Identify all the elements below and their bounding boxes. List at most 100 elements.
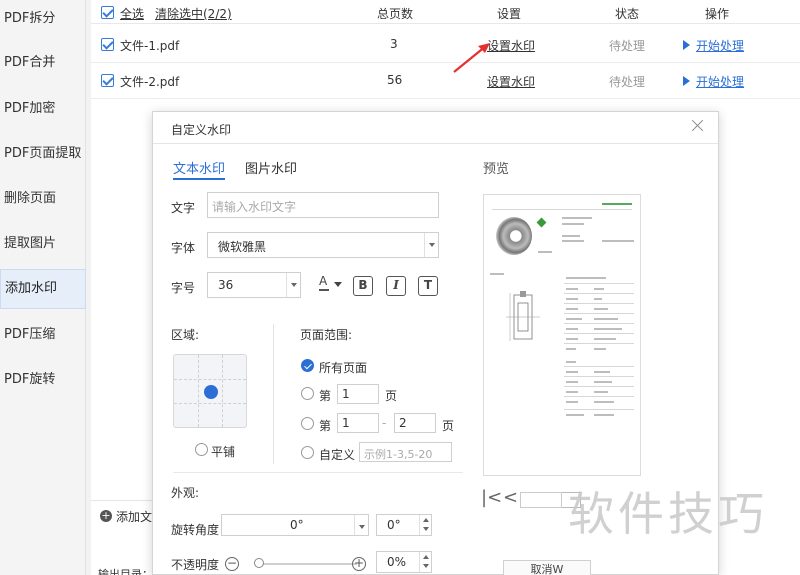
row-checkbox[interactable]	[101, 74, 114, 87]
size-label: 字号	[171, 281, 196, 295]
preview-text	[562, 235, 580, 237]
opacity-spinner[interactable]: 0%	[376, 551, 432, 573]
page-range-label: 页面范围:	[300, 328, 353, 342]
plus-button[interactable]: +	[352, 557, 366, 571]
all-pages-label: 所有页面	[319, 361, 368, 375]
sidebar: PDF拆分 PDF合并 PDF加密 PDF页面提取 删除页面 提取图片 添加水印…	[0, 0, 86, 575]
preview-text	[594, 391, 608, 393]
table-row: 文件-1.pdf 3 设置水印 待处理 开始处理	[91, 27, 800, 63]
sidebar-item-pdf-compress[interactable]: PDF压缩	[0, 316, 86, 354]
stepper-arrows-icon[interactable]	[419, 515, 431, 535]
watermark-text-input[interactable]: 请输入水印文字	[207, 192, 439, 218]
preview-text	[594, 298, 602, 300]
select-all-link[interactable]: 全选	[120, 5, 144, 22]
divider	[91, 500, 153, 501]
sidebar-item-label: PDF加密	[4, 101, 56, 116]
list-header: 全选 清除选中(2/2) 总页数 设置 状态 操作	[91, 0, 800, 24]
font-color-picker[interactable]: A	[317, 274, 343, 294]
stepper-arrows-icon[interactable]	[419, 552, 431, 572]
grid-line	[198, 355, 199, 427]
opacity-slider-track[interactable]	[257, 563, 357, 565]
sidebar-item-pdf-merge[interactable]: PDF合并	[0, 44, 86, 82]
text-style-button[interactable]: T	[418, 276, 438, 296]
start-process-link[interactable]: 开始处理	[696, 37, 744, 54]
bottom-button[interactable]: 取消W	[503, 560, 591, 575]
preview-text	[566, 288, 578, 290]
page-prefix-label: 第	[319, 419, 332, 433]
plus-circle-icon: +	[100, 509, 112, 522]
custom-range-radio[interactable]	[301, 446, 314, 459]
divider	[173, 472, 463, 473]
bearing-image	[496, 217, 532, 255]
preview-text	[594, 338, 616, 340]
green-diamond-icon	[536, 217, 547, 228]
preview-text	[594, 318, 618, 320]
input-value: 1	[342, 416, 350, 430]
select-all-checkbox[interactable]	[101, 6, 114, 19]
divider	[273, 324, 274, 464]
single-page-input[interactable]: 1	[337, 384, 379, 404]
preview-line	[564, 293, 634, 294]
status-text: 待处理	[609, 75, 646, 89]
text-label: 文字	[171, 201, 196, 215]
first-page-button[interactable]: |<	[481, 487, 502, 508]
sidebar-item-label: PDF页面提取	[4, 146, 82, 161]
tab-underline	[173, 178, 225, 180]
sidebar-item-page-extract[interactable]: PDF页面提取	[0, 135, 86, 173]
preview-page-image	[483, 194, 641, 476]
sidebar-item-pdf-split[interactable]: PDF拆分	[0, 0, 86, 38]
set-watermark-link[interactable]: 设置水印	[487, 37, 535, 54]
position-grid[interactable]	[173, 354, 247, 428]
sidebar-item-delete-page[interactable]: 删除页面	[0, 180, 86, 218]
range-from-input[interactable]: 1	[337, 413, 379, 433]
preview-label: 预览	[483, 162, 510, 177]
italic-button[interactable]: I	[386, 276, 406, 296]
font-size-select[interactable]: 36	[207, 272, 301, 298]
page-count: 56	[387, 73, 403, 87]
range-to-input[interactable]: 2	[394, 413, 436, 433]
preview-text	[594, 381, 612, 383]
preview-line	[564, 366, 634, 367]
grid-line	[174, 379, 246, 380]
page-suffix-label: 页	[442, 419, 455, 433]
minus-button[interactable]: −	[225, 557, 239, 571]
row-checkbox[interactable]	[101, 38, 114, 51]
preview-text	[594, 414, 614, 416]
col-header-action: 操作	[705, 7, 730, 21]
font-select[interactable]: 微软雅黑	[207, 232, 439, 258]
sidebar-item-pdf-rotate[interactable]: PDF旋转	[0, 361, 86, 399]
single-page-radio[interactable]	[301, 387, 314, 400]
spinner-value: 0°	[387, 518, 401, 532]
page-range-radio[interactable]	[301, 417, 314, 430]
opacity-slider-thumb[interactable]	[254, 558, 264, 568]
rotation-spinner[interactable]: 0°	[376, 514, 432, 536]
sidebar-item-pdf-encrypt[interactable]: PDF加密	[0, 90, 86, 128]
preview-text	[566, 308, 578, 310]
input-value: 1	[342, 387, 350, 401]
rotation-select[interactable]: 0°	[221, 514, 369, 536]
chevron-down-icon	[286, 273, 300, 297]
start-process-link[interactable]: 开始处理	[696, 73, 744, 90]
sidebar-item-extract-image[interactable]: 提取图片	[0, 225, 86, 263]
grid-line	[174, 403, 246, 404]
site-watermark: 软件技巧	[568, 487, 768, 541]
size-value: 36	[218, 278, 234, 292]
clear-selection-link[interactable]: 清除选中(2/2)	[155, 5, 232, 22]
bold-button[interactable]: B	[353, 276, 373, 296]
preview-line	[564, 283, 634, 284]
preview-line	[564, 409, 634, 410]
position-center-dot[interactable]	[204, 385, 218, 399]
all-pages-radio[interactable]	[301, 359, 314, 372]
tab-text-watermark[interactable]: 文本水印	[173, 158, 225, 177]
prev-page-button[interactable]: <	[503, 487, 518, 508]
set-watermark-link[interactable]: 设置水印	[487, 73, 535, 90]
preview-text	[562, 217, 592, 219]
tab-image-watermark[interactable]: 图片水印	[245, 158, 297, 177]
chevron-down-icon	[354, 515, 368, 535]
custom-range-input[interactable]: 示例1-3,5-20	[359, 442, 452, 462]
tile-radio[interactable]	[195, 443, 208, 456]
sidebar-item-add-watermark[interactable]: 添加水印	[0, 269, 86, 309]
preview-line	[564, 313, 634, 314]
close-icon[interactable]	[690, 118, 706, 134]
file-name: 文件-1.pdf	[120, 39, 180, 53]
